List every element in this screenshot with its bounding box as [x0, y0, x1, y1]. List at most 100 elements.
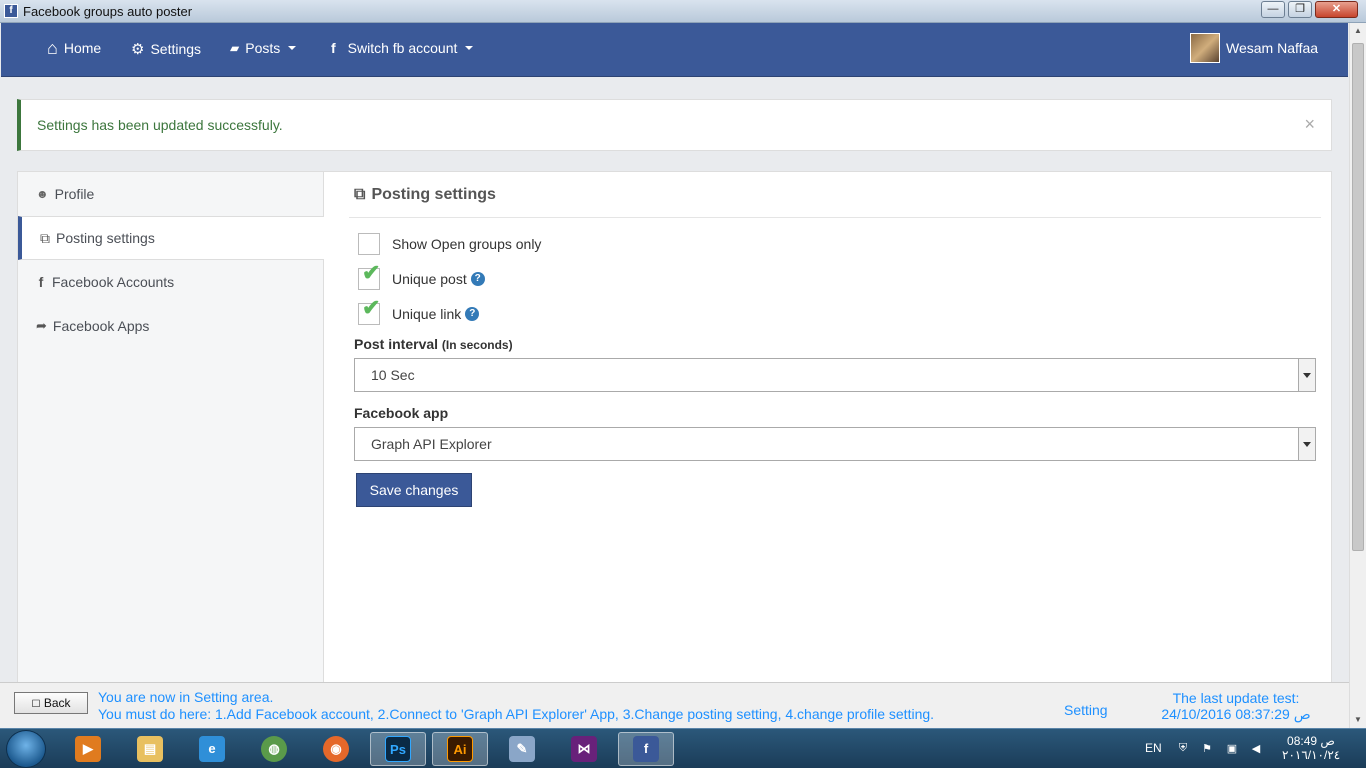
nav-settings-label: Settings [150, 41, 202, 57]
vs-glyph: ⋈ [571, 736, 597, 762]
visual-studio-icon[interactable]: ⋈ [556, 732, 612, 766]
checkbox-label: Show Open groups only [392, 236, 542, 252]
nav-switch-account[interactable]: f Switch fb account [331, 40, 474, 56]
clock[interactable]: 08:49 ص ٢٠١٦/١٠/٢٤ [1282, 734, 1340, 762]
flag-icon[interactable]: ⚑ [1200, 742, 1214, 756]
volume-icon[interactable]: ◀ [1249, 742, 1263, 756]
start-button[interactable] [6, 730, 46, 768]
pen-glyph: ✎ [509, 736, 535, 762]
firefox-icon[interactable]: ◉ [308, 732, 364, 766]
vertical-scrollbar[interactable]: ▲ ▼ [1349, 23, 1366, 728]
help-icon[interactable]: ? [470, 272, 485, 286]
app-window: ⌂ Home ⚙ Settings ▰ Posts f Switch fb ac… [0, 23, 1349, 728]
minimize-button[interactable]: — [1261, 1, 1285, 18]
sidebar-item-facebook-accounts[interactable]: f Facebook Accounts [18, 260, 324, 304]
avatar [1190, 33, 1220, 63]
user-icon: ☻ [36, 187, 49, 201]
nav-posts[interactable]: ▰ Posts [230, 40, 297, 56]
pen-tool-icon[interactable]: ✎ [494, 732, 550, 766]
open-groups-checkbox[interactable] [358, 233, 380, 255]
sidebar-item-label: Profile [54, 186, 95, 202]
sidebar-item-label: Facebook Accounts [52, 274, 175, 290]
language-indicator[interactable]: EN [1145, 741, 1162, 755]
taskbar: ▶ ▤ e ◍ ◉ Ps Ai ✎ ⋈ f EN ⛨ ⚑ ▣ ◀ 08:49 ص… [0, 728, 1366, 768]
folder-icon: ▰ [230, 41, 240, 55]
nav-home-label: Home [63, 40, 102, 56]
chevron-down-icon [465, 46, 474, 50]
firefox-glyph: ◉ [323, 736, 349, 762]
save-button[interactable]: Save changes [356, 473, 472, 507]
facebook-icon: f [38, 274, 44, 290]
unique-link-checkbox[interactable]: ✔ [358, 297, 380, 325]
ie-glyph: e [199, 736, 225, 762]
last-update: The last update test: 24/10/2016 08:37:2… [1160, 690, 1312, 723]
nav-switch-account-label: Switch fb account [347, 40, 458, 56]
shield-icon[interactable]: ⛨ [1176, 742, 1190, 756]
photoshop-icon[interactable]: Ps [370, 732, 426, 766]
sidebar-item-posting-settings[interactable]: ⧉ Posting settings [18, 216, 324, 260]
close-button[interactable]: ✕ [1315, 1, 1358, 18]
app-icon: f [4, 4, 18, 18]
sidebar-item-profile[interactable]: ☻ Profile [18, 172, 324, 216]
status-line-2: You must do here: 1.Add Facebook account… [98, 706, 935, 722]
sidebar-item-facebook-apps[interactable]: ➦ Facebook Apps [18, 304, 324, 348]
nav-home[interactable]: ⌂ Home [47, 38, 102, 58]
nav-settings[interactable]: ⚙ Settings [131, 40, 201, 58]
nav-posts-label: Posts [245, 40, 281, 56]
copy-icon: ⧉ [354, 185, 366, 203]
clock-time: 08:49 ص [1287, 734, 1335, 748]
checkbox-label: Unique post [392, 271, 467, 287]
photoshop-glyph: Ps [385, 736, 411, 762]
unique-post-checkbox[interactable]: ✔ [358, 262, 380, 290]
last-update-value: 24/10/2016 08:37:29 ص [1161, 706, 1311, 722]
status-area: Setting [1064, 702, 1108, 718]
media-player-icon[interactable]: ▶ [60, 732, 116, 766]
checkbox-label: Unique link [392, 306, 462, 322]
post-interval-label: Post interval (In seconds) [354, 336, 513, 352]
alert-close-icon[interactable]: × [1304, 114, 1315, 135]
open-groups-checkbox-row[interactable]: Show Open groups only [358, 233, 541, 255]
gear-icon: ⚙ [131, 41, 145, 58]
unique-post-checkbox-row[interactable]: ✔ Unique post ? [358, 262, 485, 290]
back-button-label: Back [43, 696, 71, 710]
chevron-down-icon[interactable] [1298, 359, 1315, 391]
home-icon: ⌂ [47, 38, 58, 58]
facebook-app-label: Facebook app [354, 405, 449, 421]
user-name: Wesam Naffaa [1226, 40, 1319, 56]
scroll-down-icon[interactable]: ▼ [1350, 712, 1366, 728]
post-interval-select[interactable]: 10 Sec [354, 358, 1316, 392]
help-icon[interactable]: ? [465, 307, 480, 321]
window-titlebar: f Facebook groups auto poster — ❐ ✕ [0, 0, 1366, 23]
unique-link-checkbox-row[interactable]: ✔ Unique link ? [358, 297, 480, 325]
plug-icon: ➦ [36, 318, 47, 333]
settings-panel: ☻ Profile ⧉ Posting settings f Facebook … [17, 171, 1332, 712]
post-interval-hint: (In seconds) [441, 338, 513, 352]
chevron-down-icon[interactable] [1298, 428, 1315, 460]
ie-icon[interactable]: e [184, 732, 240, 766]
globe-icon[interactable]: ◍ [246, 732, 302, 766]
window-title: Facebook groups auto poster [23, 4, 193, 19]
checkmark-icon: ✔ [362, 295, 381, 320]
alert-message: Settings has been updated successfuly. [37, 117, 283, 133]
scroll-up-icon[interactable]: ▲ [1350, 23, 1366, 39]
explorer-icon[interactable]: ▤ [122, 732, 178, 766]
sidebar-item-label: Posting settings [56, 230, 155, 246]
globe-glyph: ◍ [261, 736, 287, 762]
scrollbar-thumb[interactable] [1352, 43, 1364, 551]
illustrator-icon[interactable]: Ai [432, 732, 488, 766]
chevron-down-icon [288, 46, 297, 50]
sidebar-item-label: Facebook Apps [52, 318, 150, 334]
status-bar: ☐ Back You are now in Setting area. You … [0, 682, 1349, 728]
maximize-button[interactable]: ❐ [1288, 1, 1312, 18]
copy-icon: ⧉ [40, 229, 50, 246]
section-heading: ⧉ Posting settings [349, 172, 1321, 218]
page-title: Posting settings [371, 185, 496, 203]
facebook-app-value: Graph API Explorer [371, 436, 492, 452]
network-icon[interactable]: ▣ [1225, 742, 1239, 756]
user-menu[interactable]: Wesam Naffaa [1190, 33, 1318, 63]
illustrator-glyph: Ai [447, 736, 473, 762]
facebook-app-select[interactable]: Graph API Explorer [354, 427, 1316, 461]
back-button[interactable]: ☐ Back [14, 692, 88, 714]
folder-glyph: ▤ [137, 736, 163, 762]
fb-poster-icon[interactable]: f [618, 732, 674, 766]
